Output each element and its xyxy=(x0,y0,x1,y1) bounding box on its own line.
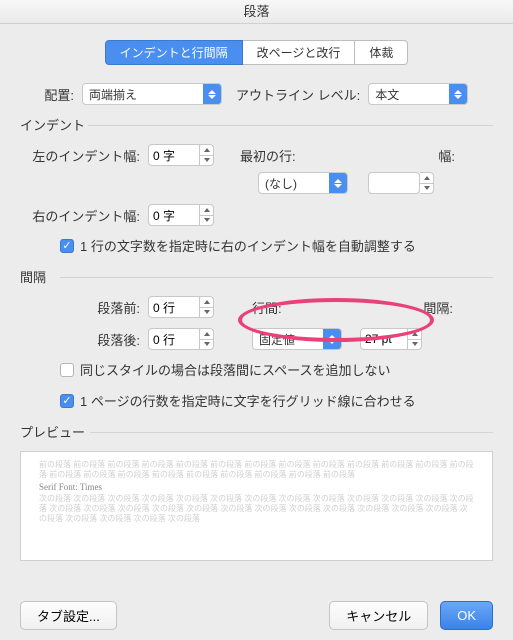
left-indent-field[interactable] xyxy=(148,144,214,166)
before-field[interactable] xyxy=(148,296,214,318)
alignment-label: 配置: xyxy=(20,85,74,104)
preview-before-text: 前の段落 前の段落 前の段落 前の段落 前の段落 前の段落 前の段落 前の段落 … xyxy=(39,460,474,480)
right-indent-label: 右のインデント幅: xyxy=(20,206,140,225)
dropdown-arrows-icon xyxy=(203,84,221,104)
after-field[interactable] xyxy=(148,328,214,350)
checkbox-icon xyxy=(60,363,74,377)
alignment-select[interactable]: 両端揃え xyxy=(82,83,222,105)
cancel-button[interactable]: キャンセル xyxy=(329,601,428,630)
before-label: 段落前: xyxy=(20,298,140,317)
gap-input[interactable] xyxy=(360,328,408,350)
after-label: 段落後: xyxy=(20,330,140,349)
stepper[interactable] xyxy=(200,296,214,318)
stepper[interactable] xyxy=(200,328,214,350)
tab-bar: インデントと行間隔 改ページと改行 体裁 xyxy=(20,40,493,65)
line-spacing-value: 固定値 xyxy=(259,331,295,348)
auto-adjust-label: 1 行の文字数を指定時に右のインデント幅を自動調整する xyxy=(80,236,416,255)
gap-field[interactable] xyxy=(360,328,422,350)
same-style-label: 同じスタイルの場合は段落間にスペースを追加しない xyxy=(80,360,390,379)
preview-box: 前の段落 前の段落 前の段落 前の段落 前の段落 前の段落 前の段落 前の段落 … xyxy=(20,451,493,561)
same-style-checkbox[interactable]: 同じスタイルの場合は段落間にスペースを追加しない xyxy=(60,360,493,379)
ok-button[interactable]: OK xyxy=(440,601,493,630)
window-title: 段落 xyxy=(0,0,513,24)
stepper[interactable] xyxy=(420,172,434,194)
alignment-value: 両端揃え xyxy=(89,86,137,103)
after-input[interactable] xyxy=(148,328,200,350)
tab-page-break[interactable]: 改ページと改行 xyxy=(243,40,356,65)
left-indent-input[interactable] xyxy=(148,144,200,166)
preview-after-text: 次の段落 次の段落 次の段落 次の段落 次の段落 次の段落 次の段落 次の段落 … xyxy=(39,494,474,524)
stepper[interactable] xyxy=(408,328,422,350)
tab-indent-spacing[interactable]: インデントと行間隔 xyxy=(105,40,243,65)
preview-label: プレビュー xyxy=(20,422,493,441)
dropdown-arrows-icon xyxy=(323,329,341,349)
outline-select[interactable]: 本文 xyxy=(368,83,468,105)
spacing-group: 間隔 xyxy=(20,267,493,286)
first-line-value: (なし) xyxy=(265,175,297,192)
first-line-label: 最初の行: xyxy=(240,146,296,165)
indent-width-field[interactable] xyxy=(368,172,434,194)
checkbox-icon xyxy=(60,239,74,253)
tabs-button[interactable]: タブ設定... xyxy=(20,601,117,630)
stepper[interactable] xyxy=(200,204,214,226)
line-spacing-label: 行間: xyxy=(252,298,282,317)
preview-sample-text: Serif Font: Times xyxy=(39,482,474,492)
indent-width-label: 幅: xyxy=(438,146,455,165)
indent-group: インデント xyxy=(20,115,493,134)
grid-checkbox[interactable]: 1 ページの行数を指定時に文字を行グリッド線に合わせる xyxy=(60,391,493,410)
tab-layout[interactable]: 体裁 xyxy=(355,40,408,65)
outline-label: アウトライン レベル: xyxy=(236,85,360,104)
line-spacing-select[interactable]: 固定値 xyxy=(252,328,342,350)
gap-label: 間隔: xyxy=(423,298,453,317)
before-input[interactable] xyxy=(148,296,200,318)
dropdown-arrows-icon xyxy=(329,173,347,193)
first-line-select[interactable]: (なし) xyxy=(258,172,348,194)
checkbox-icon xyxy=(60,394,74,408)
indent-width-input[interactable] xyxy=(368,172,420,194)
outline-value: 本文 xyxy=(375,86,399,103)
dropdown-arrows-icon xyxy=(449,84,467,104)
auto-adjust-checkbox[interactable]: 1 行の文字数を指定時に右のインデント幅を自動調整する xyxy=(60,236,493,255)
stepper[interactable] xyxy=(200,144,214,166)
grid-label: 1 ページの行数を指定時に文字を行グリッド線に合わせる xyxy=(80,391,416,410)
right-indent-input[interactable] xyxy=(148,204,200,226)
right-indent-field[interactable] xyxy=(148,204,214,226)
left-indent-label: 左のインデント幅: xyxy=(20,146,140,165)
